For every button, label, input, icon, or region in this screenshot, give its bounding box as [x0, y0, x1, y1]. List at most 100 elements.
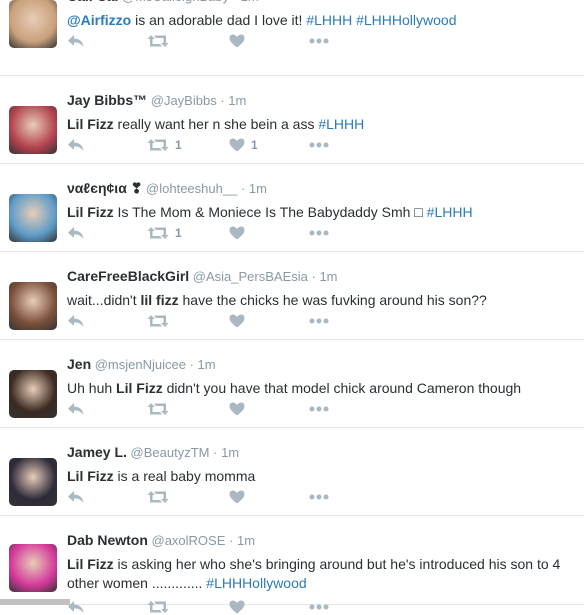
- user-name[interactable]: Jen: [67, 356, 91, 372]
- heart-icon: [229, 226, 245, 240]
- avatar[interactable]: [9, 370, 57, 418]
- like-button[interactable]: 1: [229, 138, 309, 152]
- timestamp[interactable]: 1m: [228, 93, 246, 108]
- more-icon: [309, 142, 329, 148]
- tweet-text: Lil Fizz Is The Mom & Moniece Is The Bab…: [67, 203, 576, 222]
- reply-button[interactable]: [67, 314, 147, 328]
- timestamp[interactable]: 1m: [221, 445, 239, 460]
- tweet-actions: [67, 33, 339, 49]
- reply-icon: [67, 138, 85, 152]
- tweet: Jay Bibbs™ @JayBibbs · 1m Lil Fizz really…: [0, 76, 584, 164]
- avatar-image: [9, 282, 57, 330]
- retweet-icon: [147, 600, 169, 614]
- user-handle[interactable]: @BeautyzTM: [127, 445, 213, 460]
- avatar[interactable]: [9, 106, 57, 154]
- hashtag-link[interactable]: #LHHHollywood: [356, 12, 456, 28]
- retweet-button[interactable]: [147, 490, 229, 504]
- avatar-image: [9, 544, 57, 592]
- user-handle[interactable]: @lohteeshuh__: [142, 181, 241, 196]
- reply-button[interactable]: [67, 34, 147, 48]
- more-button[interactable]: [309, 38, 339, 44]
- tweet-text: Lil Fizz is asking her who she's bringin…: [67, 555, 576, 593]
- heart-icon: [229, 34, 245, 48]
- user-name[interactable]: Cali Cal: [67, 0, 118, 4]
- text-fragment: really want her n she bein a ass: [113, 116, 319, 132]
- like-button[interactable]: [229, 34, 309, 48]
- user-handle[interactable]: @JayBibbs: [147, 93, 220, 108]
- timestamp[interactable]: 1m: [249, 181, 267, 196]
- retweet-icon: [147, 402, 169, 416]
- horizontal-scrollbar[interactable]: [0, 599, 70, 605]
- timestamp[interactable]: 1m: [198, 357, 216, 372]
- separator: ·: [229, 533, 237, 548]
- more-icon: [309, 318, 329, 324]
- user-name[interactable]: Dab Newton: [67, 532, 148, 548]
- tweet-header: CareFreeBlackGirl @Asia_PersBAEsia · 1m: [67, 267, 576, 286]
- like-button[interactable]: [229, 226, 309, 240]
- user-handle[interactable]: @MsCalleighBaby: [118, 0, 232, 4]
- hashtag-link[interactable]: #LHHH: [427, 204, 473, 220]
- avatar[interactable]: [9, 0, 57, 48]
- retweet-icon: [147, 490, 169, 504]
- more-button[interactable]: [309, 494, 339, 500]
- like-button[interactable]: [229, 314, 309, 328]
- tweet-content: Cali Cal @MsCalleighBaby · 1m @Airfizzo i…: [67, 0, 576, 30]
- highlighted-term: Lil Fizz: [67, 116, 114, 132]
- more-icon: [309, 494, 329, 500]
- separator: ·: [189, 357, 198, 372]
- tweet-content: CareFreeBlackGirl @Asia_PersBAEsia · 1m w…: [67, 267, 576, 310]
- text-fragment: didn't you have that model chick around …: [162, 380, 522, 396]
- separator: ·: [233, 0, 241, 4]
- mention-link[interactable]: @Airfizzo: [67, 12, 131, 28]
- user-name[interactable]: ναℓєη¢ια ❣: [67, 180, 142, 196]
- reply-button[interactable]: [67, 600, 147, 614]
- retweet-button[interactable]: [147, 314, 229, 328]
- tweet-content: Jen @msjenNjuicee · 1m Uh huh Lil Fizz di…: [67, 355, 576, 398]
- avatar[interactable]: [9, 194, 57, 242]
- avatar[interactable]: [9, 458, 57, 506]
- retweet-button[interactable]: 1: [147, 226, 229, 240]
- tweet-actions: [67, 489, 339, 505]
- retweet-button[interactable]: [147, 600, 229, 614]
- more-button[interactable]: [309, 406, 339, 412]
- avatar[interactable]: [9, 282, 57, 330]
- user-handle[interactable]: @msjenNjuicee: [91, 357, 189, 372]
- tweet-actions: [67, 401, 339, 417]
- heart-icon: [229, 138, 245, 152]
- timestamp[interactable]: 1m: [241, 0, 259, 4]
- highlighted-term: Lil Fizz: [67, 556, 114, 572]
- tweet-header: ναℓєη¢ια ❣ @lohteeshuh__ · 1m: [67, 179, 576, 198]
- timestamp[interactable]: 1m: [237, 533, 255, 548]
- avatar[interactable]: [9, 544, 57, 592]
- tweet: ναℓєη¢ια ❣ @lohteeshuh__ · 1m Lil Fizz Is…: [0, 164, 584, 252]
- user-name[interactable]: Jamey L.: [67, 444, 127, 460]
- heart-icon: [229, 402, 245, 416]
- hashtag-link[interactable]: #LHHH: [318, 116, 364, 132]
- user-handle[interactable]: @axolROSE: [148, 533, 229, 548]
- hashtag-link[interactable]: #LHHHollywood: [206, 575, 306, 591]
- heart-icon: [229, 600, 245, 614]
- tweet-text: wait...didn't lil fizz have the chicks h…: [67, 291, 576, 310]
- user-name[interactable]: CareFreeBlackGirl: [67, 268, 189, 284]
- reply-button[interactable]: [67, 138, 147, 152]
- like-button[interactable]: [229, 600, 309, 614]
- reply-button[interactable]: [67, 226, 147, 240]
- reply-button[interactable]: [67, 402, 147, 416]
- timestamp[interactable]: 1m: [319, 269, 337, 284]
- reply-button[interactable]: [67, 490, 147, 504]
- more-button[interactable]: [309, 318, 339, 324]
- more-button[interactable]: [309, 230, 339, 236]
- retweet-button[interactable]: 1: [147, 138, 229, 152]
- more-button[interactable]: [309, 142, 339, 148]
- retweet-button[interactable]: [147, 34, 229, 48]
- user-handle[interactable]: @Asia_PersBAEsia: [189, 269, 311, 284]
- retweet-button[interactable]: [147, 402, 229, 416]
- hashtag-link[interactable]: #LHHH: [306, 12, 352, 28]
- tweet: Jen @msjenNjuicee · 1m Uh huh Lil Fizz di…: [0, 340, 584, 428]
- like-button[interactable]: [229, 490, 309, 504]
- tweet-header: Jay Bibbs™ @JayBibbs · 1m: [67, 91, 576, 110]
- text-fragment: is an adorable dad I love it!: [131, 12, 307, 28]
- like-button[interactable]: [229, 402, 309, 416]
- tweet-actions: 11: [67, 137, 339, 153]
- user-name[interactable]: Jay Bibbs™: [67, 92, 147, 108]
